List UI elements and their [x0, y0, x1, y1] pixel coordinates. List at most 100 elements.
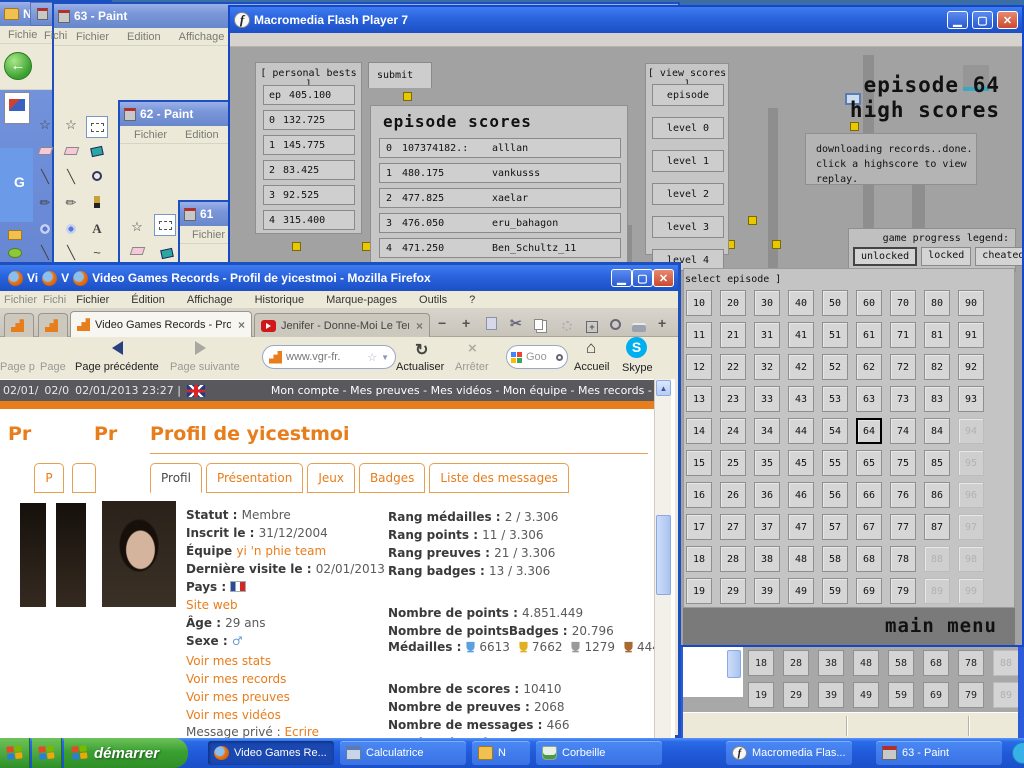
episode-cell[interactable]: 40 — [788, 290, 814, 316]
episode-cell[interactable]: 55 — [822, 450, 848, 476]
legend-button[interactable]: cheated — [975, 247, 1022, 266]
episode-cell[interactable]: 68 — [923, 650, 949, 676]
new-window-icon[interactable]: + — [586, 317, 598, 333]
episode-cell[interactable]: 52 — [822, 354, 848, 380]
personal-best-row[interactable]: 3 92.525 — [263, 185, 355, 205]
ghost-start-button[interactable] — [32, 738, 62, 768]
scroll-up-icon[interactable]: ▲ — [656, 380, 671, 396]
episode-cell[interactable]: 39 — [754, 578, 780, 604]
episode-cell[interactable]: 95 — [958, 450, 984, 476]
uk-flag-icon[interactable] — [187, 385, 205, 397]
episode-cell[interactable]: 74 — [890, 418, 916, 444]
freeform-select-tool-icon[interactable]: ☆ — [62, 116, 80, 134]
episode-cell[interactable]: 42 — [788, 354, 814, 380]
episode-cell[interactable]: 30 — [754, 290, 780, 316]
episode-cell[interactable]: 51 — [822, 322, 848, 348]
episode-cell[interactable]: 81 — [924, 322, 950, 348]
episode-cell[interactable]: 58 — [888, 650, 914, 676]
ghost-tab[interactable] — [4, 313, 34, 337]
ghost-start-button[interactable] — [0, 738, 30, 768]
paste-icon[interactable] — [486, 317, 497, 333]
episode-cell[interactable]: 75 — [890, 450, 916, 476]
episode-cell[interactable]: 47 — [788, 514, 814, 540]
episode-cell[interactable]: 59 — [888, 682, 914, 708]
episode-cell[interactable]: 76 — [890, 482, 916, 508]
search-box[interactable]: Goo — [506, 345, 568, 369]
episode-cell[interactable]: 54 — [822, 418, 848, 444]
minimize-button[interactable]: ▁ — [947, 11, 968, 29]
taskbar-item-recycle-bin[interactable]: Corbeille — [536, 741, 662, 765]
freeform-select-tool-icon[interactable]: ☆ — [36, 116, 54, 134]
menu-item[interactable]: ? — [469, 294, 475, 306]
view-score-button[interactable]: level 2 — [652, 183, 724, 205]
episode-cell[interactable]: 94 — [958, 418, 984, 444]
personal-best-row[interactable]: ep 405.100 — [263, 85, 355, 105]
highscore-row[interactable]: 4 471.250 Ben_Schultz_11 — [379, 238, 621, 258]
taskbar-item-flash[interactable]: f Macromedia Flas... — [726, 741, 852, 765]
home-icon[interactable]: ⌂ — [586, 338, 596, 358]
profile-tab[interactable]: Liste des messages — [429, 463, 568, 493]
episode-cell[interactable]: 28 — [783, 650, 809, 676]
episode-cell[interactable]: 28 — [720, 546, 746, 572]
episode-cell[interactable]: 22 — [720, 354, 746, 380]
fill-tool-icon[interactable] — [158, 244, 176, 262]
episode-cell[interactable]: 87 — [924, 514, 950, 540]
maximize-button[interactable]: ▢ — [972, 11, 993, 29]
brush-tool-icon[interactable] — [88, 194, 106, 212]
url-text[interactable]: www.vgr-fr. — [286, 351, 363, 363]
personal-best-row[interactable]: 0 132.725 — [263, 110, 355, 130]
episode-cell[interactable]: 57 — [822, 514, 848, 540]
profile-tab[interactable]: Présentation — [206, 463, 303, 493]
episode-cell[interactable]: 33 — [754, 386, 780, 412]
taskbar-item-calculator[interactable]: Calculatrice — [340, 741, 466, 765]
taskbar-item-folder-n[interactable]: N — [472, 741, 530, 765]
folder-menu-item[interactable]: Fichie — [8, 29, 37, 41]
episode-cell[interactable]: 59 — [822, 578, 848, 604]
episode-cell[interactable]: 97 — [958, 514, 984, 540]
ghost-tab[interactable] — [38, 313, 68, 337]
episode-cell[interactable]: 56 — [822, 482, 848, 508]
episode-cell[interactable]: 19 — [748, 682, 774, 708]
menu-item[interactable]: Fichier — [76, 294, 109, 306]
episode-cell[interactable]: 77 — [890, 514, 916, 540]
episode-cell[interactable]: 68 — [856, 546, 882, 572]
episode-cell[interactable]: 96 — [958, 482, 984, 508]
episode-cell[interactable]: 69 — [923, 682, 949, 708]
select-tool-icon[interactable] — [154, 214, 176, 236]
episode-cell[interactable]: 18 — [686, 546, 712, 572]
episode-cell[interactable]: 46 — [788, 482, 814, 508]
personal-best-row[interactable]: 4 315.400 — [263, 210, 355, 230]
episode-cell[interactable]: 29 — [783, 682, 809, 708]
episode-cell[interactable]: 98 — [958, 546, 984, 572]
menu-item[interactable]: Marque-pages — [326, 294, 397, 306]
episode-cell[interactable]: 27 — [720, 514, 746, 540]
tab-vgr-profile[interactable]: Video Games Records - Profi... × — [70, 311, 252, 337]
pencil-tool-icon[interactable]: ✏ — [62, 194, 80, 212]
episode-cell[interactable]: 15 — [686, 450, 712, 476]
history-clock-icon[interactable] — [610, 317, 621, 333]
episode-cell[interactable]: 26 — [720, 482, 746, 508]
view-score-button[interactable]: level 1 — [652, 150, 724, 172]
url-bar[interactable]: www.vgr-fr. ☆ ▼ — [262, 345, 396, 369]
color-picker-tool-icon[interactable]: ╲ — [62, 168, 80, 186]
firefox-titlebar[interactable]: Vi V Video Games Records - Profil de yic… — [0, 265, 678, 291]
episode-cell[interactable]: 43 — [788, 386, 814, 412]
episode-cell[interactable]: 78 — [958, 650, 984, 676]
paint-menu-item[interactable]: Fichier — [76, 31, 109, 43]
episode-cell[interactable]: 21 — [720, 322, 746, 348]
episode-cell[interactable]: 13 — [686, 386, 712, 412]
main-menu-button[interactable]: main menu — [683, 608, 1015, 637]
episode-cell[interactable]: 72 — [890, 354, 916, 380]
forward-button-label[interactable]: Page suivante — [170, 361, 240, 373]
highscore-row[interactable]: 3 476.050 eru_bahagon — [379, 213, 621, 233]
profile-link[interactable]: Voir mes records — [186, 670, 290, 688]
paint-menu-item[interactable]: Edition — [185, 129, 219, 141]
episode-cell[interactable]: 80 — [924, 290, 950, 316]
episode-cell[interactable]: 89 — [993, 682, 1019, 708]
search-text[interactable]: Goo — [526, 351, 552, 363]
website-link[interactable]: Site web — [186, 598, 238, 612]
eraser-tool-icon[interactable] — [36, 142, 54, 160]
text-tool-icon[interactable]: A — [88, 220, 106, 238]
episode-cell[interactable]: 16 — [686, 482, 712, 508]
page-scrollbar[interactable]: ▲ — [654, 379, 671, 738]
